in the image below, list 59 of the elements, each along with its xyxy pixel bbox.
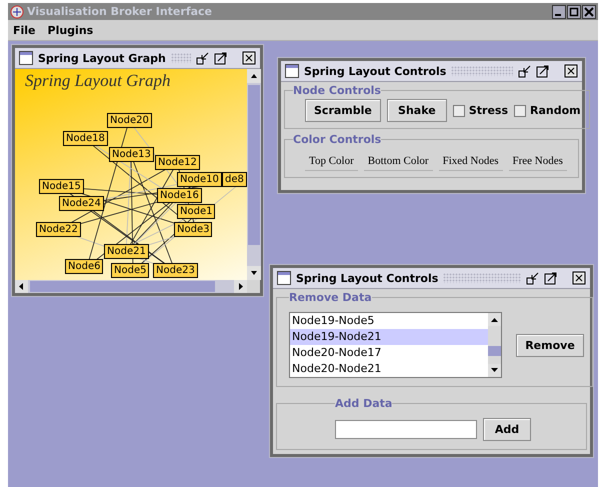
list-scrollbar[interactable] bbox=[488, 313, 501, 377]
remove-button[interactable]: Remove bbox=[516, 334, 584, 356]
graph-node[interactable]: Node3 bbox=[174, 222, 212, 237]
window-title: Visualisation Broker Interface bbox=[27, 5, 212, 18]
frame-title: Spring Layout Graph bbox=[38, 52, 166, 64]
maximize-button[interactable] bbox=[536, 64, 550, 78]
graph-node[interactable]: Node20 bbox=[107, 113, 152, 128]
menu-item[interactable]: File bbox=[13, 24, 36, 36]
graph-node[interactable]: Node21 bbox=[104, 244, 149, 259]
graph-node[interactable]: Node12 bbox=[155, 155, 200, 170]
graph-node[interactable]: Node23 bbox=[153, 263, 198, 278]
graph-node[interactable]: Node22 bbox=[36, 222, 81, 237]
checkbox[interactable]: Random bbox=[514, 104, 581, 117]
title-bar-texture bbox=[170, 53, 191, 63]
window-icon bbox=[285, 64, 299, 78]
close-button[interactable] bbox=[564, 64, 578, 78]
minimize-button[interactable] bbox=[518, 64, 532, 78]
color-button[interactable]: Top Color bbox=[305, 152, 358, 171]
group-legend: Color Controls bbox=[293, 133, 382, 146]
vertical-scrollbar[interactable] bbox=[247, 69, 261, 280]
frame-title: Spring Layout Controls bbox=[296, 272, 438, 284]
maximize-button[interactable] bbox=[544, 271, 558, 285]
minimize-button[interactable] bbox=[526, 271, 540, 285]
app-icon bbox=[10, 4, 24, 18]
action-button[interactable]: Scramble bbox=[305, 99, 381, 122]
graph-node[interactable]: de8 bbox=[222, 172, 247, 187]
frame-title: Spring Layout Controls bbox=[304, 64, 446, 78]
group-legend: Remove Data bbox=[289, 291, 372, 304]
add-button[interactable]: Add bbox=[483, 418, 531, 441]
graph-node[interactable]: Node1 bbox=[177, 204, 216, 219]
minimize-button[interactable] bbox=[196, 51, 210, 65]
color-button[interactable]: Fixed Nodes bbox=[438, 152, 502, 171]
graph-node[interactable]: Node13 bbox=[109, 147, 154, 162]
color-button[interactable]: Bottom Color bbox=[364, 152, 433, 171]
edge-list[interactable]: Node19-Node5 Node19-Node21 Node20-Node17 Node20-Node21 bbox=[289, 312, 502, 378]
group-legend: Add Data bbox=[335, 397, 392, 410]
close-button[interactable] bbox=[242, 51, 256, 65]
input-field[interactable] bbox=[335, 420, 477, 439]
window-icon bbox=[19, 51, 33, 65]
color-button[interactable]: Free Nodes bbox=[508, 152, 567, 171]
menu-item[interactable]: Plugins bbox=[48, 24, 94, 36]
group-legend: Node Controls bbox=[293, 84, 381, 97]
maximize-button[interactable] bbox=[214, 51, 228, 65]
horizontal-scrollbar[interactable] bbox=[15, 280, 247, 293]
list-item[interactable]: Node19-Node21 bbox=[290, 329, 488, 345]
graph-node[interactable]: Node16 bbox=[157, 188, 202, 203]
title-bar-texture bbox=[451, 66, 513, 76]
graph-heading: Spring Layout Graph bbox=[25, 71, 170, 91]
close-button[interactable] bbox=[572, 271, 586, 285]
window-controls-icon[interactable] bbox=[552, 4, 596, 18]
graph-node[interactable]: Node24 bbox=[59, 196, 104, 211]
action-button[interactable]: Shake bbox=[386, 99, 447, 122]
graph-node[interactable]: Node18 bbox=[63, 131, 108, 146]
checkbox[interactable]: Stress bbox=[452, 104, 508, 117]
graph-node[interactable]: Node10 bbox=[177, 172, 222, 187]
graph-node[interactable]: Node6 bbox=[65, 259, 104, 274]
window-icon bbox=[277, 271, 291, 285]
graph-node[interactable]: Node15 bbox=[39, 179, 84, 194]
graph-node[interactable]: Node5 bbox=[111, 263, 150, 278]
